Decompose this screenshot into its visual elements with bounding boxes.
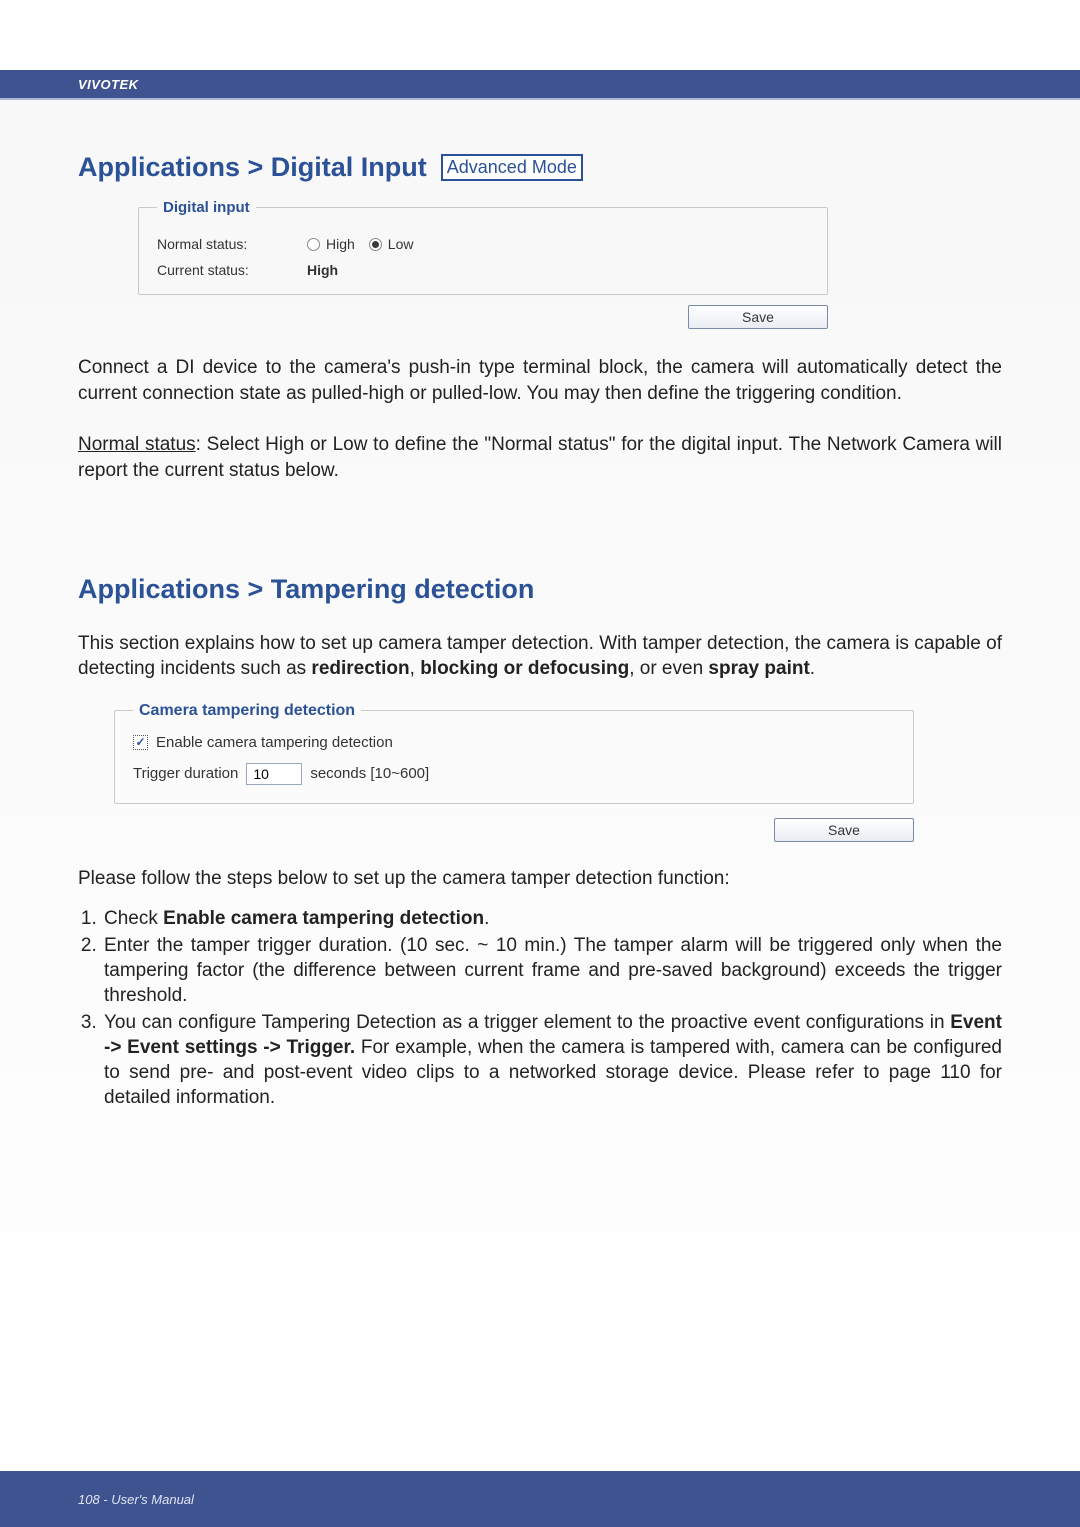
step1-a: Check (104, 908, 163, 929)
digital-input-panel: Digital input Normal status: High Low Cu… (138, 199, 828, 295)
footer-text: 108 - User's Manual (78, 1492, 194, 1507)
steps-intro: Please follow the steps below to set up … (78, 868, 1002, 890)
step1-b: Enable camera tampering detection (163, 908, 484, 929)
section1-title: Applications > Digital Input Advanced Mo… (78, 152, 1002, 183)
radio-high-wrap[interactable]: High (307, 236, 355, 252)
intro-end: . (810, 658, 815, 679)
enable-tampering-checkbox[interactable]: ✓ (133, 735, 148, 750)
normal-status-row: Normal status: High Low (157, 236, 809, 252)
trigger-duration-suffix: seconds [10~600] (310, 765, 429, 782)
save-button[interactable]: Save (688, 305, 828, 329)
tampering-panel: Camera tampering detection ✓ Enable came… (114, 702, 914, 804)
footer: 108 - User's Manual (0, 1471, 1080, 1527)
radio-low-wrap[interactable]: Low (369, 236, 414, 252)
save-button-2[interactable]: Save (774, 818, 914, 842)
section1-para2: Normal status: Select High or Low to def… (78, 432, 1002, 483)
radio-low-label: Low (388, 236, 414, 252)
brand-text: VIVOTEK (78, 77, 139, 92)
intro-b1: redirection (311, 658, 409, 679)
steps-list: Check Enable camera tampering detection.… (78, 906, 1002, 1111)
trigger-duration-label: Trigger duration (133, 765, 238, 782)
trigger-duration-input[interactable] (246, 763, 302, 785)
section2-intro: This section explains how to set up came… (78, 631, 1002, 682)
current-status-row: Current status: High (157, 262, 809, 278)
current-status-value: High (307, 262, 338, 278)
enable-tampering-label: Enable camera tampering detection (156, 734, 393, 751)
intro-sep1: , (410, 658, 421, 679)
intro-b3: spray paint (708, 658, 809, 679)
tampering-legend: Camera tampering detection (133, 702, 361, 720)
radio-high-label: High (326, 236, 355, 252)
normal-status-rest: : Select High or Low to define the "Norm… (78, 434, 1002, 481)
normal-status-label: Normal status: (157, 236, 307, 252)
brand-bar: VIVOTEK (0, 70, 1080, 98)
radio-high[interactable] (307, 238, 320, 251)
current-status-label: Current status: (157, 262, 307, 278)
normal-status-underline: Normal status (78, 434, 196, 455)
step3-a: You can configure Tampering Detection as… (104, 1012, 950, 1033)
breadcrumb-text: Applications > Digital Input (78, 152, 427, 183)
step1-c: . (484, 908, 489, 929)
step-2: Enter the tamper trigger duration. (10 s… (102, 933, 1002, 1008)
intro-b2: blocking or defocusing (420, 658, 629, 679)
section1-para1: Connect a DI device to the camera's push… (78, 355, 1002, 406)
trigger-duration-row: Trigger duration seconds [10~600] (133, 763, 895, 785)
advanced-mode-badge: Advanced Mode (441, 154, 583, 181)
section2-title: Applications > Tampering detection (78, 574, 1002, 605)
enable-tampering-row[interactable]: ✓ Enable camera tampering detection (133, 734, 895, 751)
intro-sep2: , or even (629, 658, 708, 679)
step-3: You can configure Tampering Detection as… (102, 1010, 1002, 1110)
step-1: Check Enable camera tampering detection. (102, 906, 1002, 931)
digital-input-legend: Digital input (157, 199, 256, 216)
radio-low[interactable] (369, 238, 382, 251)
